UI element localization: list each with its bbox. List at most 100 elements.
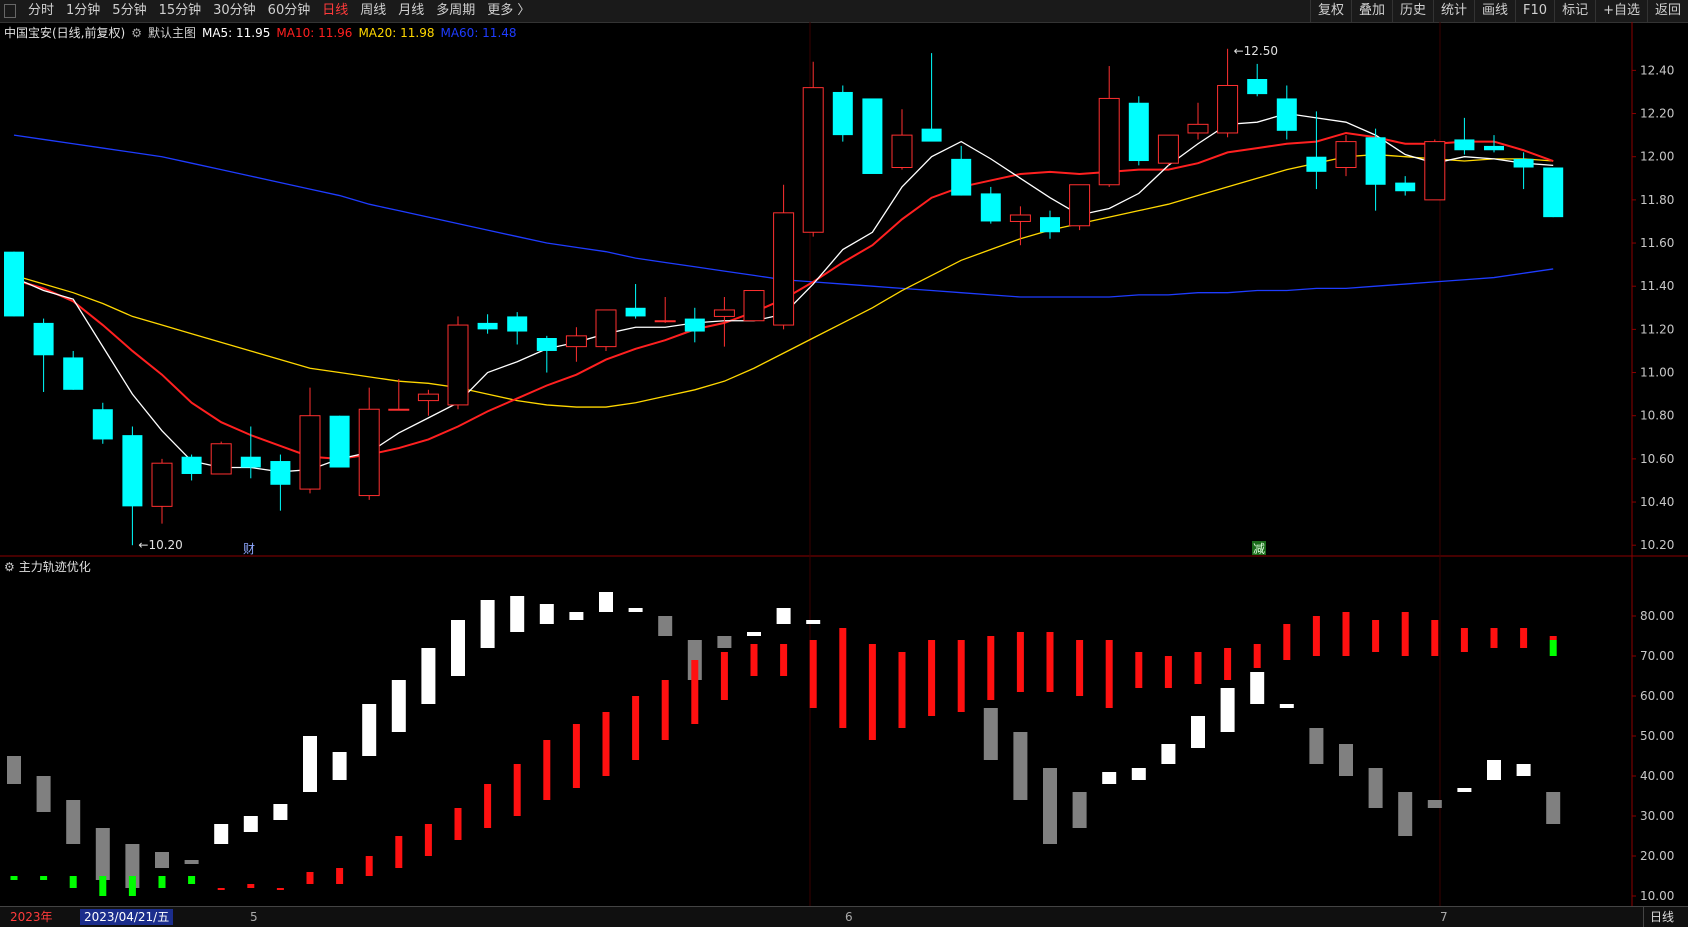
candle-body-down xyxy=(4,251,24,317)
candle-body-down xyxy=(1247,79,1268,95)
candle-body-up xyxy=(447,324,469,406)
candle-body-down xyxy=(684,318,705,332)
indicator-red-bar xyxy=(395,836,403,868)
indicator-red-bar xyxy=(809,640,817,708)
indicator-red-bar xyxy=(1046,632,1054,692)
indicator-red-bar xyxy=(1372,620,1380,652)
indicator-red-bar xyxy=(1342,612,1350,656)
time-axis-bar: 2023年 2023/04/21/五 5 6 7 日线 xyxy=(0,906,1688,927)
year-label: 2023年 xyxy=(10,910,53,924)
indicator-red-bar xyxy=(1135,652,1143,688)
indicator-red-bar xyxy=(247,884,255,888)
candle-body-down xyxy=(181,456,202,474)
indicator-axis-label: 80.00 xyxy=(1640,609,1674,623)
candle-body-up xyxy=(654,320,676,323)
indicator-bar xyxy=(1309,728,1324,764)
period-indicator[interactable]: 日线 xyxy=(1642,907,1680,927)
indicator-red-bar xyxy=(1431,620,1439,656)
low-price-label: ←10.20 xyxy=(138,538,182,552)
indicator-bar xyxy=(1427,800,1442,808)
high-price-label: ←12.50 xyxy=(1234,44,1278,58)
indicator-bar xyxy=(1191,716,1205,748)
indicator-red-bar xyxy=(957,640,965,712)
indicator-bar xyxy=(1043,768,1057,844)
candle-body-down xyxy=(63,357,84,390)
indicator-bar xyxy=(983,708,998,760)
indicator-bar xyxy=(1161,744,1176,764)
month-label-7: 7 xyxy=(1440,910,1448,924)
indicator-bar xyxy=(7,756,21,784)
indicator-red-bar xyxy=(602,712,610,776)
indicator-axis-label: 30.00 xyxy=(1640,809,1674,823)
candle-body-down xyxy=(270,461,291,485)
indicator-bar xyxy=(717,636,732,648)
kline-chart[interactable]: 12.40 12.20 12.00 11.80 11.60 11.40 11.20 11.00… xyxy=(0,0,1688,906)
candle-body-up xyxy=(1069,184,1091,227)
candle-body-down xyxy=(1543,167,1564,218)
candle-body-up xyxy=(1009,214,1031,222)
indicator-red-bar xyxy=(868,644,876,740)
price-axis-label: 12.20 xyxy=(1640,107,1674,121)
candle-body-up xyxy=(417,393,439,402)
indicator-red-bar xyxy=(543,740,551,800)
indicator-red-bar xyxy=(1549,636,1557,640)
candle-body-down xyxy=(33,322,54,356)
indicator-red-bar xyxy=(839,628,847,728)
indicator-red-bar xyxy=(484,784,492,828)
indicator-red-bar xyxy=(1283,624,1291,660)
indicator-red-bar xyxy=(454,808,462,840)
candle-body-up xyxy=(388,408,410,411)
indicator-bar xyxy=(747,632,761,636)
indicator-last-green-bar xyxy=(1549,640,1557,656)
candle-body-up xyxy=(1098,97,1120,186)
indicator-bar xyxy=(1102,772,1117,784)
indicator-red-bar xyxy=(365,856,373,876)
candle-body-up xyxy=(773,212,795,326)
indicator-bar xyxy=(184,860,199,864)
indicator-bar xyxy=(1250,672,1265,704)
indicator-green-bar xyxy=(128,876,136,896)
price-axis-label: 10.20 xyxy=(1640,538,1674,552)
month-label-6: 6 xyxy=(845,910,853,924)
price-axis-label: 12.00 xyxy=(1640,150,1674,164)
indicator-bar xyxy=(1279,704,1294,708)
indicator-red-bar xyxy=(1401,612,1409,656)
candle-body-down xyxy=(1484,145,1504,151)
candle-body-up xyxy=(1157,134,1179,164)
candle-body-down xyxy=(1365,137,1386,185)
indicator-bar xyxy=(1220,688,1235,732)
candle-body-down xyxy=(1128,102,1149,162)
indicator-bar xyxy=(539,604,554,624)
indicator-bar xyxy=(1368,768,1383,808)
indicator-red-bar xyxy=(1105,640,1113,708)
indicator-red-bar xyxy=(513,764,521,816)
indicator-bar xyxy=(1072,792,1087,828)
price-axis-label: 10.60 xyxy=(1640,452,1674,466)
indicator-bar xyxy=(95,828,110,880)
candle-body-up xyxy=(891,134,913,168)
candle-body-down xyxy=(862,98,883,174)
candle-body-down xyxy=(477,322,498,330)
candle-body-up xyxy=(595,309,617,348)
indicator-axis-label: 60.00 xyxy=(1640,689,1674,703)
candle-body-down xyxy=(122,435,143,507)
indicator-bar xyxy=(451,620,465,676)
candle-body-up xyxy=(358,408,380,497)
indicator-bar xyxy=(569,612,584,620)
indicator-red-bar xyxy=(1224,648,1232,680)
indicator-axis-label: 50.00 xyxy=(1640,729,1674,743)
price-axis-label: 11.00 xyxy=(1640,366,1674,380)
indicator-bar xyxy=(421,648,436,704)
candle-body-down xyxy=(951,158,972,196)
indicator-bar xyxy=(806,620,821,624)
indicator-bar xyxy=(599,592,613,612)
month-label-5: 5 xyxy=(250,910,258,924)
indicator-red-bar xyxy=(987,636,995,700)
candle-body-down xyxy=(1454,139,1475,151)
indicator-red-bar xyxy=(1016,632,1024,692)
indicator-red-bar xyxy=(661,680,669,740)
candle-body-down xyxy=(980,193,1001,222)
indicator-red-bar xyxy=(306,872,314,884)
candle-body-up xyxy=(1424,141,1446,201)
candle-body-up xyxy=(151,462,173,507)
